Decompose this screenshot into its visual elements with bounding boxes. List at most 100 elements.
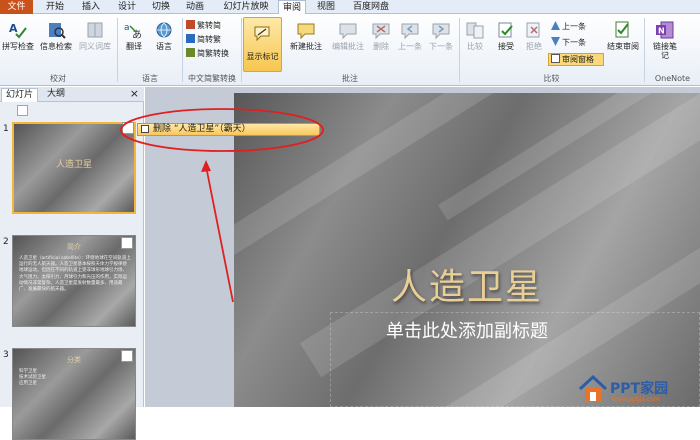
watermark-url: www.pptjia.com: [612, 396, 660, 403]
tab-slideshow[interactable]: 幻灯片放映: [217, 0, 275, 14]
previous-comment-button[interactable]: 上一条: [395, 20, 425, 51]
simplified-to-traditional-button[interactable]: 简转繁: [186, 34, 221, 45]
watermark-logo: PPT家园 www.pptjia.com: [576, 375, 696, 405]
svg-text:N: N: [658, 27, 665, 36]
new-comment-label: 新建批注: [290, 42, 322, 51]
accept-icon: [498, 22, 513, 38]
end-review-icon: [615, 21, 629, 38]
onenote-group-label: OneNote: [654, 74, 691, 83]
spell-check-label: 拼写检查: [2, 42, 34, 51]
edit-comment-button[interactable]: 编辑批注: [328, 20, 368, 51]
tab-slides[interactable]: 幻灯片: [1, 88, 39, 102]
reject-button[interactable]: 拒绝: [521, 20, 547, 51]
linked-notes-label: 链接笔记: [653, 42, 677, 60]
comment-checkbox[interactable]: [141, 125, 149, 133]
delete-comment-button[interactable]: 删除: [369, 20, 393, 51]
comment-icon[interactable]: [121, 350, 133, 362]
translate-button[interactable]: aあ 翻译: [120, 20, 148, 51]
onenote-icon: N: [656, 21, 674, 39]
tab-transitions[interactable]: 切换: [146, 0, 176, 14]
linked-notes-button[interactable]: N 链接笔记: [650, 20, 680, 60]
chinese-conversion-button[interactable]: 简繁转换: [186, 48, 229, 59]
translate-icon: aあ: [124, 23, 142, 40]
compare-label: 比较: [467, 42, 483, 51]
compare-button[interactable]: 比较: [462, 20, 488, 51]
spell-check-icon: A: [9, 22, 27, 39]
slide-number: 2: [3, 237, 9, 247]
delete-comment-label: 删除: [373, 42, 389, 51]
research-label: 信息检索: [40, 42, 72, 51]
thesaurus-icon: [87, 22, 103, 38]
tab-outline[interactable]: 大纲: [43, 88, 69, 102]
new-comment-button[interactable]: 新建批注: [286, 20, 326, 51]
convert-icon: [186, 20, 195, 29]
house-logo-icon: [578, 375, 608, 401]
end-review-label: 结束审阅: [607, 42, 639, 51]
slides-pane: 幻灯片 大纲 × 1 人造卫星 2 简介 人造卫星（artificial sat…: [0, 87, 144, 440]
slide-thumbnail-2[interactable]: 简介 人造卫星（artificial satellite）：环绕地球在空间轨道上…: [12, 235, 136, 327]
tab-view[interactable]: 视图: [311, 0, 341, 14]
svg-text:a: a: [124, 23, 130, 33]
comment-marker-icon[interactable]: [17, 105, 28, 116]
reject-icon: [526, 22, 540, 38]
new-comment-icon: [297, 23, 315, 40]
previous-comment-label: 上一条: [398, 42, 422, 51]
thesaurus-button[interactable]: 同义词库: [76, 20, 114, 51]
svg-text:A: A: [9, 22, 18, 35]
slide-subtitle-placeholder[interactable]: 单击此处添加副标题: [234, 317, 700, 343]
comment-popup[interactable]: 删除 “人造卫星”（霸天）: [137, 123, 320, 136]
language-button[interactable]: 语言: [150, 20, 178, 51]
compare-icon: [466, 22, 484, 39]
slide-number: 1: [3, 124, 9, 134]
spell-check-button[interactable]: A 拼写检查: [0, 20, 36, 51]
reject-label: 拒绝: [526, 42, 542, 51]
close-pane-icon[interactable]: ×: [130, 88, 139, 100]
research-button[interactable]: 信息检索: [37, 20, 75, 51]
thumbnail-body: 人造卫星（artificial satellite）：环绕地球在空间轨道上运行的…: [19, 256, 131, 293]
comment-icon[interactable]: [122, 122, 134, 134]
tab-animations[interactable]: 动画: [180, 0, 210, 14]
thumbnail-title: 分类: [67, 356, 81, 364]
tab-review[interactable]: 审阅: [278, 0, 306, 15]
comments-group-label: 批注: [342, 74, 358, 83]
ribbon-tab-bar: 文件 开始 插入 设计 切换 动画 幻灯片放映 审阅 视图 百度网盘: [0, 0, 700, 15]
tab-baidu-netdisk[interactable]: 百度网盘: [347, 0, 395, 14]
ribbon: A 拼写检查 信息检索 同义词库 校对 aあ 翻译 语言 语言 繁转简 简转繁 …: [0, 14, 700, 86]
show-markup-label: 显示标记: [246, 52, 279, 61]
slide-title[interactable]: 人造卫星: [234, 258, 700, 310]
tab-file[interactable]: 文件: [0, 0, 33, 14]
slide-thumbnail-1[interactable]: 人造卫星: [12, 122, 136, 214]
tab-design[interactable]: 设计: [112, 0, 142, 14]
language-group-label: 语言: [142, 74, 158, 83]
show-markup-button[interactable]: 显示标记: [243, 17, 282, 72]
thesaurus-label: 同义词库: [79, 42, 111, 51]
tab-insert[interactable]: 插入: [76, 0, 106, 14]
previous-change-button[interactable]: 上一条: [551, 21, 586, 32]
next-comment-button[interactable]: 下一条: [426, 20, 456, 51]
tab-home[interactable]: 开始: [40, 0, 70, 14]
accept-button[interactable]: 接受: [492, 20, 520, 51]
edit-comment-label: 编辑批注: [332, 42, 364, 51]
slide-canvas[interactable]: 人造卫星 单击此处添加副标题: [234, 93, 700, 407]
slide-number: 3: [3, 350, 9, 360]
arrow-down-icon: [551, 37, 560, 46]
accept-label: 接受: [498, 42, 514, 51]
slide-thumbnail-3[interactable]: 分类 科学卫星 技术试验卫星 应用卫星: [12, 348, 136, 440]
pane-icon: [551, 54, 560, 63]
end-review-button[interactable]: 结束审阅: [605, 20, 641, 51]
reviewing-pane-button[interactable]: 审阅窗格: [548, 53, 604, 66]
next-comment-label: 下一条: [429, 42, 453, 51]
arrow-up-icon: [551, 21, 560, 30]
comment-popup-text: 删除 “人造卫星”（霸天）: [153, 124, 251, 134]
traditional-to-simplified-button[interactable]: 繁转简: [186, 20, 221, 31]
book-search-icon: [49, 23, 66, 39]
next-comment-icon: [432, 23, 450, 40]
pane-tabs: 幻灯片 大纲 ×: [0, 87, 144, 102]
thumbnail-title: 简介: [67, 243, 81, 251]
next-change-button[interactable]: 下一条: [551, 37, 586, 48]
watermark-text: PPT家园: [610, 381, 669, 397]
comment-icon[interactable]: [121, 237, 133, 249]
convert-icon: [186, 48, 195, 57]
show-markup-icon: [254, 26, 270, 42]
language-label: 语言: [156, 42, 172, 51]
